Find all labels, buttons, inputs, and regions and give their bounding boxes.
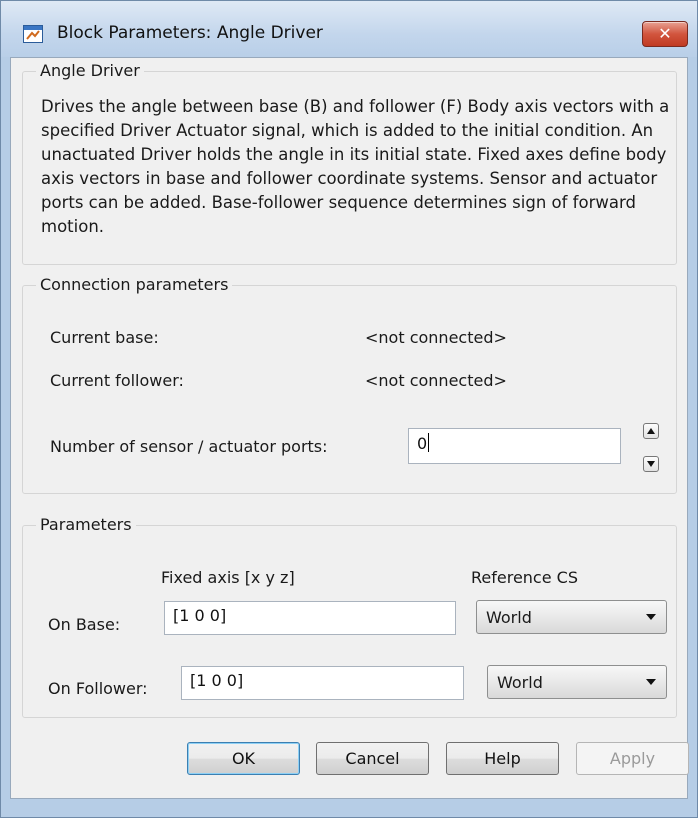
on-follower-axis-value: [1 0 0] [190, 671, 244, 690]
current-base-value: <not connected> [365, 328, 507, 347]
on-base-reference-select[interactable]: World [476, 600, 667, 634]
description-group-title: Angle Driver [36, 61, 144, 80]
current-base-label: Current base: [50, 328, 159, 347]
close-icon: ✕ [658, 24, 672, 43]
parameters-title: Parameters [36, 515, 136, 534]
spin-up-button[interactable] [643, 423, 659, 439]
block-description: Drives the angle between base (B) and fo… [41, 97, 670, 236]
ok-button[interactable]: OK [187, 742, 300, 775]
apply-button[interactable]: Apply [576, 742, 689, 775]
on-follower-axis-input[interactable]: [1 0 0] [181, 666, 464, 700]
spin-down-button[interactable] [643, 456, 659, 472]
fixed-axis-header: Fixed axis [x y z] [161, 568, 295, 587]
connection-parameters-title: Connection parameters [36, 275, 233, 294]
on-follower-reference-select[interactable]: World [487, 665, 667, 699]
on-base-reference-value: World [486, 608, 532, 627]
block-parameters-icon [23, 25, 43, 43]
current-follower-value: <not connected> [365, 371, 507, 390]
title-bar[interactable]: Block Parameters: Angle Driver ✕ [1, 1, 697, 57]
close-button[interactable]: ✕ [642, 21, 688, 47]
cancel-button[interactable]: Cancel [316, 742, 429, 775]
window-title: Block Parameters: Angle Driver [57, 23, 323, 43]
on-follower-label: On Follower: [48, 679, 148, 698]
dialog-body: Angle Driver Drives the angle between ba… [10, 57, 689, 799]
chevron-down-icon [646, 614, 656, 620]
help-button[interactable]: Help [446, 742, 559, 775]
dialog-window: Block Parameters: Angle Driver ✕ Angle D… [0, 0, 698, 818]
text-caret [428, 433, 430, 452]
current-follower-label: Current follower: [50, 371, 184, 390]
reference-cs-header: Reference CS [471, 568, 578, 587]
on-base-label: On Base: [48, 615, 121, 634]
ports-input[interactable]: 0 [408, 428, 621, 464]
on-base-axis-value: [1 0 0] [173, 606, 227, 625]
spin-down-icon [647, 461, 655, 467]
chevron-down-icon [646, 679, 656, 685]
ports-value: 0 [417, 434, 428, 453]
spin-up-icon [647, 428, 655, 434]
on-follower-reference-value: World [497, 673, 543, 692]
on-base-axis-input[interactable]: [1 0 0] [164, 601, 456, 635]
ports-label: Number of sensor / actuator ports: [50, 437, 328, 456]
